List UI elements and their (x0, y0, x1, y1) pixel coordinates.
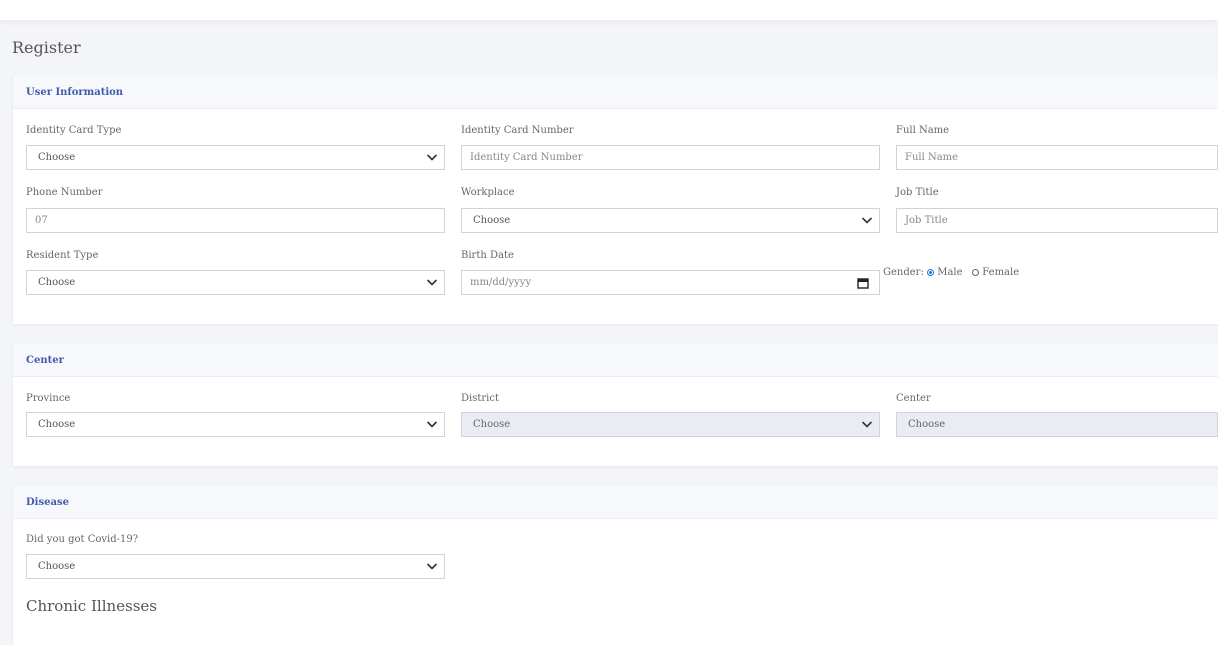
full-name-label: Full Name (896, 125, 950, 136)
identity-card-type-select[interactable]: Choose (26, 145, 445, 170)
phone-number-value: 07 (35, 215, 48, 226)
card-header: Center (13, 343, 1218, 377)
district-value: Choose (473, 419, 511, 430)
identity-card-type-label: Identity Card Type (26, 125, 122, 136)
chevron-down-icon (426, 154, 438, 161)
chevron-down-icon (426, 421, 438, 428)
center-select[interactable]: Choose (896, 412, 1218, 437)
phone-number-input[interactable]: 07 (26, 208, 445, 233)
resident-type-value: Choose (38, 277, 76, 288)
user-information-card: User Information Identity Card Type Choo… (13, 75, 1218, 324)
card-header: User Information (13, 75, 1218, 109)
gender-female-radio[interactable] (972, 269, 980, 276)
chronic-illnesses-heading: Chronic Illnesses (26, 597, 157, 615)
top-bar (0, 0, 1218, 20)
card-title: User Information (26, 87, 124, 98)
center-value: Choose (908, 419, 946, 430)
birth-date-placeholder: mm/dd/yyyy (470, 277, 532, 288)
resident-type-label: Resident Type (26, 250, 99, 261)
district-label: District (461, 393, 499, 404)
center-card: Center Province Choose District Choose C… (13, 343, 1218, 466)
job-title-label: Job Title (896, 187, 939, 198)
covid-value: Choose (38, 561, 76, 572)
card-title: Center (26, 355, 64, 366)
gender-group: Gender: Male Female (883, 267, 1019, 278)
job-title-input[interactable]: Job Title (896, 208, 1218, 233)
workplace-select[interactable]: Choose (461, 208, 880, 233)
covid-select[interactable]: Choose (26, 554, 445, 579)
district-select[interactable]: Choose (461, 412, 880, 437)
province-select[interactable]: Choose (26, 412, 445, 437)
province-value: Choose (38, 419, 76, 430)
center-label: Center (896, 393, 931, 404)
identity-card-number-label: Identity Card Number (461, 125, 574, 136)
full-name-placeholder: Full Name (905, 152, 959, 163)
birth-date-input[interactable]: mm/dd/yyyy (461, 270, 880, 295)
full-name-input[interactable]: Full Name (896, 145, 1218, 170)
card-title: Disease (26, 497, 69, 508)
identity-card-number-placeholder: Identity Card Number (470, 152, 583, 163)
workplace-value: Choose (473, 215, 511, 226)
chevron-down-icon (861, 421, 873, 428)
page-title: Register (12, 38, 81, 57)
chevron-down-icon (861, 217, 873, 224)
phone-number-label: Phone Number (26, 187, 103, 198)
chevron-down-icon (426, 279, 438, 286)
identity-card-number-input[interactable]: Identity Card Number (461, 145, 880, 170)
province-label: Province (26, 393, 71, 404)
gender-female-label[interactable]: Female (982, 267, 1019, 278)
birth-date-label: Birth Date (461, 250, 514, 261)
gender-label: Gender: (883, 267, 924, 278)
gender-male-label[interactable]: Male (937, 267, 962, 278)
identity-card-type-value: Choose (38, 152, 76, 163)
resident-type-select[interactable]: Choose (26, 270, 445, 295)
gender-male-radio[interactable] (927, 269, 935, 276)
disease-card: Disease Did you got Covid-19? Choose Chr… (13, 485, 1218, 645)
calendar-icon[interactable] (857, 277, 869, 289)
covid-label: Did you got Covid-19? (26, 534, 139, 545)
job-title-placeholder: Job Title (905, 215, 948, 226)
workplace-label: Workplace (461, 187, 515, 198)
card-header: Disease (13, 485, 1218, 519)
chevron-down-icon (426, 563, 438, 570)
